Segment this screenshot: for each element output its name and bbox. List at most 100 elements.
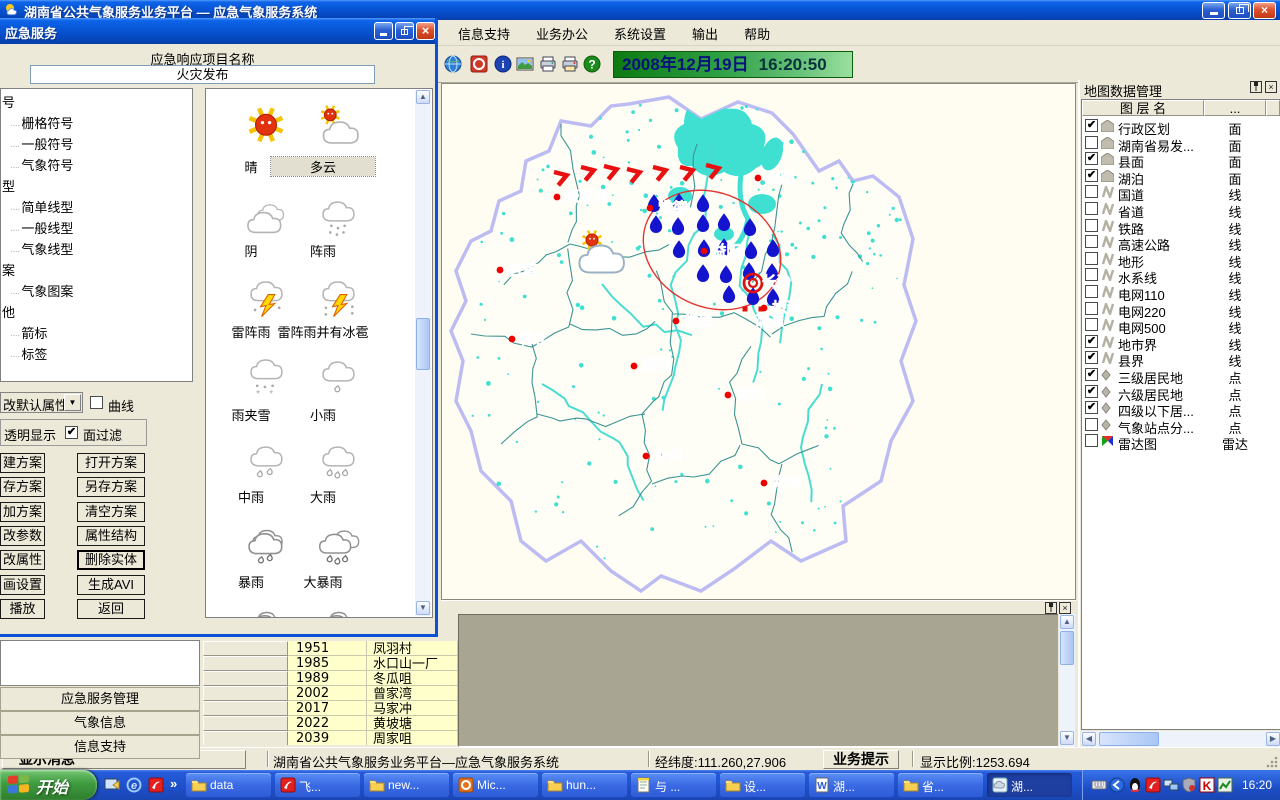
taskbar-button-new...[interactable]: new... — [364, 773, 449, 797]
record-icon[interactable] — [470, 55, 488, 73]
taskbar-button-与 ...[interactable]: 与 ... — [631, 773, 716, 797]
quicklaunch-chevron-icon[interactable]: » — [170, 776, 177, 791]
column-header-layer-name[interactable]: 图 层 名 — [1082, 100, 1204, 116]
menu-item-输出[interactable]: 输出 — [692, 24, 718, 43]
station-id-cell[interactable]: 2002 — [288, 686, 367, 701]
scroll-up-icon[interactable]: ▲ — [416, 90, 430, 104]
button-播放[interactable]: 播放 — [0, 599, 45, 619]
dialog-titlebar[interactable]: 应急服务 × — [0, 18, 435, 44]
station-id-cell[interactable]: 2017 — [288, 701, 367, 716]
sidebar-button-应急服务管理[interactable]: 应急服务管理 — [0, 687, 200, 711]
tree-item-一般线型[interactable]: ····一般线型 — [1, 218, 192, 239]
keyboard-icon[interactable] — [1091, 777, 1107, 793]
tree-item-案[interactable]: 案 — [1, 260, 192, 281]
layer-checkbox[interactable]: ✔ — [1085, 335, 1098, 348]
button-返回[interactable]: 返回 — [77, 599, 145, 619]
tree-item-号[interactable]: 号 — [1, 92, 192, 113]
qq-icon[interactable] — [1127, 777, 1143, 793]
resize-grip[interactable] — [1266, 756, 1278, 768]
station-id-cell[interactable]: 2039 — [288, 731, 367, 745]
taskbar-button-data[interactable]: data — [186, 773, 271, 797]
tree-item-气象线型[interactable]: ····气象线型 — [1, 239, 192, 260]
layer-checkbox[interactable] — [1085, 185, 1098, 198]
station-name-cell[interactable]: 凤羽村 — [367, 641, 458, 656]
layer-checkbox[interactable] — [1085, 235, 1098, 248]
tree-item-栅格符号[interactable]: ····栅格符号 — [1, 113, 192, 134]
restore-button[interactable] — [1228, 2, 1251, 19]
layer-checkbox[interactable] — [1085, 285, 1098, 298]
weather-panel-scrollbar[interactable]: ▲ ▼ — [415, 90, 431, 616]
close-button[interactable]: × — [1253, 2, 1276, 19]
menu-item-帮助[interactable]: 帮助 — [744, 24, 770, 43]
help-icon[interactable]: ? — [583, 55, 601, 73]
button-属性结构[interactable]: 属性结构 — [77, 526, 145, 546]
weather-symbol-rain-light[interactable]: 小雨 — [271, 355, 375, 423]
face-filter-checkbox[interactable]: ✔ — [65, 426, 78, 439]
print-icon[interactable] — [539, 55, 557, 73]
station-id-cell[interactable]: 1985 — [288, 656, 367, 671]
button-存方案[interactable]: 存方案 — [0, 477, 45, 497]
fetion-icon[interactable] — [1145, 777, 1161, 793]
station-name-cell[interactable]: 水口山一厂 — [367, 656, 458, 671]
layer-checkbox[interactable]: ✔ — [1085, 401, 1098, 414]
scroll-down-icon[interactable]: ▼ — [416, 601, 430, 615]
taskbar-button-湖...[interactable]: 湖... — [987, 773, 1072, 797]
station-name-cell[interactable]: 马家冲 — [367, 701, 458, 716]
layer-checkbox[interactable]: ✔ — [1085, 119, 1098, 132]
globe-icon[interactable] — [444, 55, 462, 73]
print2-icon[interactable] — [561, 55, 579, 73]
layer-checkbox[interactable]: ✔ — [1085, 169, 1098, 182]
tree-item-气象符号[interactable]: ····气象符号 — [1, 155, 192, 176]
image-icon[interactable] — [516, 55, 534, 73]
layer-checkbox[interactable] — [1085, 136, 1098, 149]
button-改属性[interactable]: 改属性 — [0, 550, 45, 570]
dialog-minimize-button[interactable] — [374, 22, 393, 40]
ie-icon[interactable]: e — [126, 777, 142, 793]
layer-checkbox[interactable]: ✔ — [1085, 385, 1098, 398]
fetion-icon[interactable] — [148, 777, 164, 793]
tree-item-他[interactable]: 他 — [1, 302, 192, 323]
close-icon[interactable]: × — [1265, 81, 1277, 93]
column-header-type[interactable]: ... — [1204, 100, 1266, 116]
button-另存方案[interactable]: 另存方案 — [77, 477, 145, 497]
button-改参数[interactable]: 改参数 — [0, 526, 45, 546]
button-画设置[interactable]: 画设置 — [0, 575, 45, 595]
scroll-right-icon[interactable]: ▶ — [1266, 732, 1280, 746]
weather-symbol-sun-cloud[interactable]: 多云 — [271, 105, 375, 175]
layer-checkbox[interactable]: ✔ — [1085, 368, 1098, 381]
table-row[interactable]: 2039周家咀 — [203, 731, 458, 745]
table-row[interactable]: 2022黄坡塘 — [203, 716, 458, 731]
layer-checkbox[interactable] — [1085, 252, 1098, 265]
scroll-thumb[interactable] — [1060, 631, 1074, 665]
pin-icon[interactable] — [1250, 81, 1262, 93]
scroll-down-icon[interactable]: ▼ — [1060, 731, 1074, 745]
station-id-cell[interactable]: 1951 — [288, 641, 367, 656]
button-生成AVI[interactable]: 生成AVI — [77, 575, 145, 595]
layer-checkbox[interactable]: ✔ — [1085, 351, 1098, 364]
tree-item-气象图案[interactable]: ····气象图案 — [1, 281, 192, 302]
layer-panel-hscrollbar[interactable]: ◀ ▶ — [1081, 731, 1280, 747]
taskbar-button-湖...[interactable]: W湖... — [809, 773, 894, 797]
station-name-cell[interactable]: 周家咀 — [367, 731, 458, 745]
station-id-cell[interactable]: 2022 — [288, 716, 367, 731]
table-row[interactable]: 1989冬瓜咀 — [203, 671, 458, 686]
layer-checkbox[interactable] — [1085, 268, 1098, 281]
taskbar-button-设...[interactable]: 设... — [720, 773, 805, 797]
layer-checkbox[interactable] — [1085, 202, 1098, 215]
shield-icon[interactable] — [1181, 777, 1197, 793]
table-row[interactable]: 1951凤羽村 — [203, 641, 458, 656]
menu-item-信息支持[interactable]: 信息支持 — [458, 24, 510, 43]
chart-icon[interactable] — [1217, 777, 1233, 793]
tree-item-型[interactable]: 型 — [1, 176, 192, 197]
show-desktop-icon[interactable] — [104, 777, 120, 793]
button-删除实体[interactable]: 删除实体 — [77, 550, 145, 570]
sidebar-button-信息支持[interactable]: 信息支持 — [0, 735, 200, 759]
taskbar-button-省...[interactable]: 省... — [898, 773, 983, 797]
weather-symbol-shower[interactable]: 阵雨 — [271, 195, 375, 259]
bottom-scrollbar[interactable]: ▲ ▼ — [1059, 614, 1075, 747]
station-name-cell[interactable]: 黄坡塘 — [367, 716, 458, 731]
station-name-cell[interactable]: 曾家湾 — [367, 686, 458, 701]
sidebar-button-气象信息[interactable]: 气象信息 — [0, 711, 200, 735]
default-attr-dropdown[interactable]: 改默认属性 ▼ — [0, 392, 83, 413]
map-panel[interactable]: 岳阳张家界常德益阳长沙株洲湘潭娄底吉首怀化邵阳衡阳永州郴州 — [441, 83, 1076, 600]
